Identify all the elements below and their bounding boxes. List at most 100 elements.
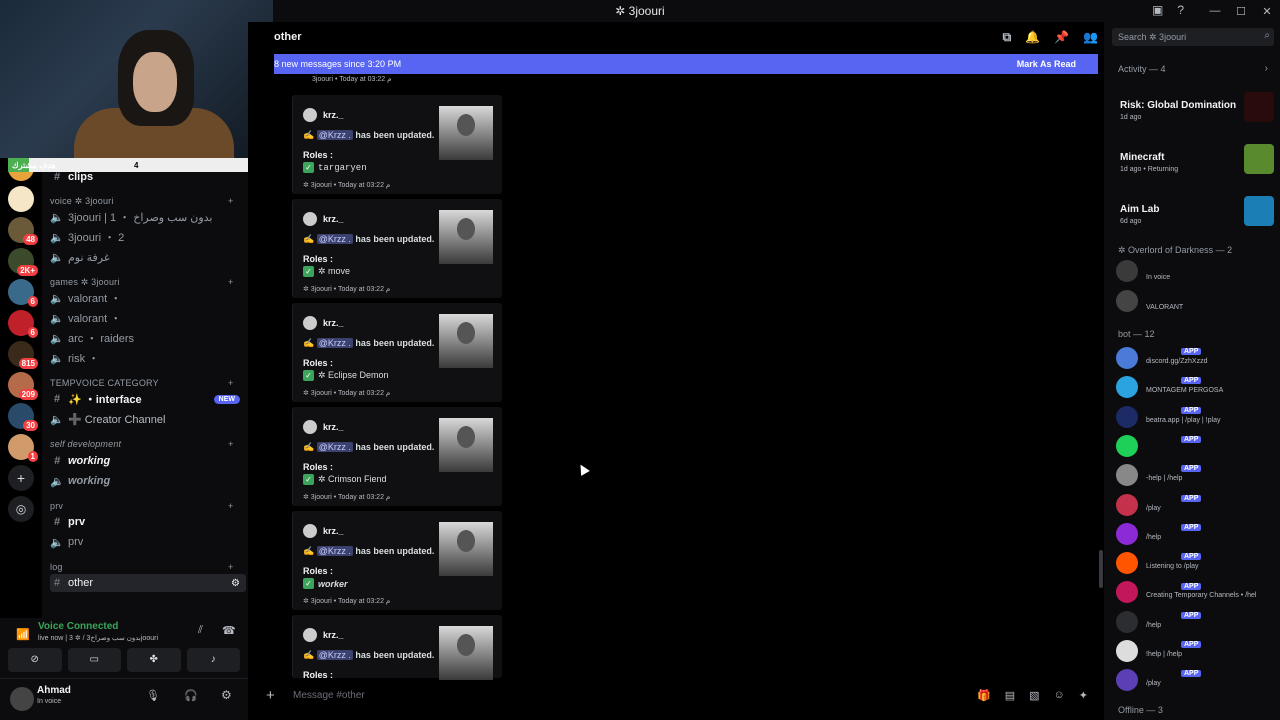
avatar[interactable]: [303, 628, 317, 642]
avatar[interactable]: [10, 687, 34, 711]
member-item[interactable]: In voice: [1116, 258, 1280, 284]
mark-as-read-button[interactable]: Mark As Read: [1017, 59, 1076, 69]
threads-icon[interactable]: ⧉: [1003, 30, 1012, 45]
plus-icon[interactable]: +: [228, 501, 233, 511]
gift-icon[interactable]: 🎁: [977, 689, 991, 702]
notification-bell-icon[interactable]: 🔔: [1025, 30, 1040, 45]
noise-suppression-icon[interactable]: ⫽: [198, 624, 203, 637]
discover-icon[interactable]: ◎: [8, 496, 34, 522]
member-list-icon[interactable]: 👥: [1083, 30, 1098, 45]
embed-thumbnail[interactable]: [439, 210, 493, 264]
voice-channel-risk[interactable]: 🔈 risk ・: [50, 349, 246, 367]
voice-channel-arc[interactable]: 🔈 arc ・ raiders: [50, 329, 246, 347]
avatar[interactable]: [303, 316, 317, 330]
close-button[interactable]: ✕: [1254, 5, 1280, 18]
help-icon[interactable]: ?: [1177, 3, 1184, 17]
bot-member-item[interactable]: APP /play: [1116, 667, 1280, 693]
voice-channel-prv[interactable]: 🔈 prv: [50, 533, 246, 551]
server-icon[interactable]: [8, 186, 34, 212]
bot-member-item[interactable]: APP -help | /help: [1116, 462, 1280, 488]
embed-thumbnail[interactable]: [439, 626, 493, 680]
activity-card[interactable]: Risk: Global Domination 1d ago: [1114, 86, 1276, 130]
search-input[interactable]: Search ✲ 3joouri: [1112, 28, 1274, 46]
plus-icon[interactable]: +: [228, 196, 233, 206]
server-icon[interactable]: 2K+: [8, 248, 38, 276]
member-item[interactable]: VALORANT: [1116, 288, 1280, 314]
server-icon[interactable]: 1: [8, 434, 38, 462]
chat-scrollbar[interactable]: [1099, 550, 1103, 588]
microphone-icon[interactable]: 🎙: [146, 689, 160, 702]
minimize-button[interactable]: —: [1202, 5, 1228, 17]
channel-prv[interactable]: # prv: [50, 513, 246, 531]
server-icon[interactable]: 6: [8, 310, 38, 338]
plus-icon[interactable]: +: [228, 439, 233, 449]
voice-channel-1[interactable]: 🔈 3joouri | 1 ・ بدون سب وصراخ: [50, 208, 246, 226]
sticker-icon[interactable]: ▧: [1029, 689, 1039, 702]
channel-interface[interactable]: # ✨ ・interface NEW: [50, 390, 246, 408]
embed-thumbnail[interactable]: [439, 522, 493, 576]
voice-channel-valorant-2[interactable]: 🔈 valorant ・: [50, 309, 246, 327]
user-mention[interactable]: @Krzz .: [316, 546, 353, 556]
user-mention[interactable]: @Krzz .: [316, 234, 353, 244]
gif-icon[interactable]: ▤: [1005, 689, 1015, 702]
embed-thumbnail[interactable]: [439, 418, 493, 472]
user-mention[interactable]: @Krzz .: [316, 130, 353, 140]
bot-member-item[interactable]: APP !help | /help: [1116, 638, 1280, 664]
activity-card[interactable]: Minecraft 1d ago • Returning: [1114, 138, 1276, 182]
embed-thumbnail[interactable]: [439, 106, 493, 160]
bot-member-item[interactable]: APP: [1116, 433, 1280, 459]
category-log[interactable]: log +: [50, 562, 233, 572]
bot-member-item[interactable]: APP /help: [1116, 521, 1280, 547]
category-prv[interactable]: prv +: [50, 501, 233, 511]
avatar[interactable]: [303, 212, 317, 226]
chevron-right-icon[interactable]: ›: [1265, 63, 1268, 74]
camera-button[interactable]: ⊘: [8, 648, 62, 672]
attach-plus-icon[interactable]: +: [266, 687, 275, 704]
soundboard-button[interactable]: ♪: [186, 648, 240, 672]
screen-share-button[interactable]: ▭: [67, 648, 121, 672]
plus-icon[interactable]: +: [228, 562, 233, 572]
category-voice[interactable]: voice ✲ 3joouri +: [50, 196, 233, 207]
bot-member-item[interactable]: APP /help: [1116, 609, 1280, 635]
avatar[interactable]: [303, 524, 317, 538]
server-icon[interactable]: 30: [8, 403, 38, 431]
user-mention[interactable]: @Krzz .: [316, 338, 353, 348]
server-icon[interactable]: 209: [8, 372, 38, 400]
user-mention[interactable]: @Krzz .: [316, 650, 353, 660]
voice-channel-2[interactable]: 🔈 3joouri ・ 2: [50, 228, 246, 246]
maximize-button[interactable]: ☐: [1228, 5, 1254, 18]
voice-channel-valorant-1[interactable]: 🔈 valorant ・: [50, 289, 246, 307]
message-input[interactable]: Message #other: [293, 690, 365, 701]
activity-button[interactable]: ✤: [127, 648, 181, 672]
category-tempvoice[interactable]: TEMPVOICE CATEGORY +: [50, 378, 233, 388]
embed-thumbnail[interactable]: [439, 314, 493, 368]
voice-channel-creator[interactable]: 🔈 ➕ Creator Channel: [50, 410, 246, 428]
activity-card[interactable]: Aim Lab 6d ago: [1114, 190, 1276, 234]
category-games[interactable]: games ✲ 3joouri +: [50, 277, 233, 288]
server-icon[interactable]: 48: [8, 217, 38, 245]
new-messages-bar[interactable]: 8 new messages since 3:20 PM Mark As Rea…: [274, 54, 1098, 74]
bot-member-item[interactable]: APP Creating Temporary Channels • /hel: [1116, 579, 1280, 605]
user-mention[interactable]: @Krzz .: [316, 442, 353, 452]
activity-header[interactable]: Activity — 4: [1118, 64, 1166, 74]
bot-member-item[interactable]: APP Listening to /play: [1116, 550, 1280, 576]
voice-channel-working[interactable]: 🔈 working: [50, 472, 246, 490]
bot-member-item[interactable]: APP beatra.app | /play | !play: [1116, 404, 1280, 430]
emoji-icon[interactable]: ☺: [1054, 689, 1065, 702]
user-settings-icon[interactable]: ⚙: [221, 688, 232, 702]
apps-icon[interactable]: ✦: [1079, 689, 1088, 702]
inbox-icon[interactable]: ▣: [1152, 3, 1163, 17]
add-server-icon[interactable]: +: [8, 465, 34, 491]
pin-icon[interactable]: 📌: [1054, 30, 1069, 45]
channel-working[interactable]: # working: [50, 452, 246, 470]
bot-member-item[interactable]: APP discord.gg/ZzhXzzd: [1116, 345, 1280, 371]
voice-channel-3[interactable]: 🔈 غرفة نوم: [50, 248, 246, 266]
bot-member-item[interactable]: APP MONTAGEM PERGOSA: [1116, 374, 1280, 400]
server-icon[interactable]: 6: [8, 279, 38, 307]
avatar[interactable]: [303, 420, 317, 434]
channel-other[interactable]: # other ⚙: [50, 574, 246, 592]
plus-icon[interactable]: +: [228, 277, 233, 287]
avatar[interactable]: [303, 108, 317, 122]
disconnect-icon[interactable]: ☎: [222, 624, 236, 637]
bot-member-item[interactable]: APP /play: [1116, 492, 1280, 518]
